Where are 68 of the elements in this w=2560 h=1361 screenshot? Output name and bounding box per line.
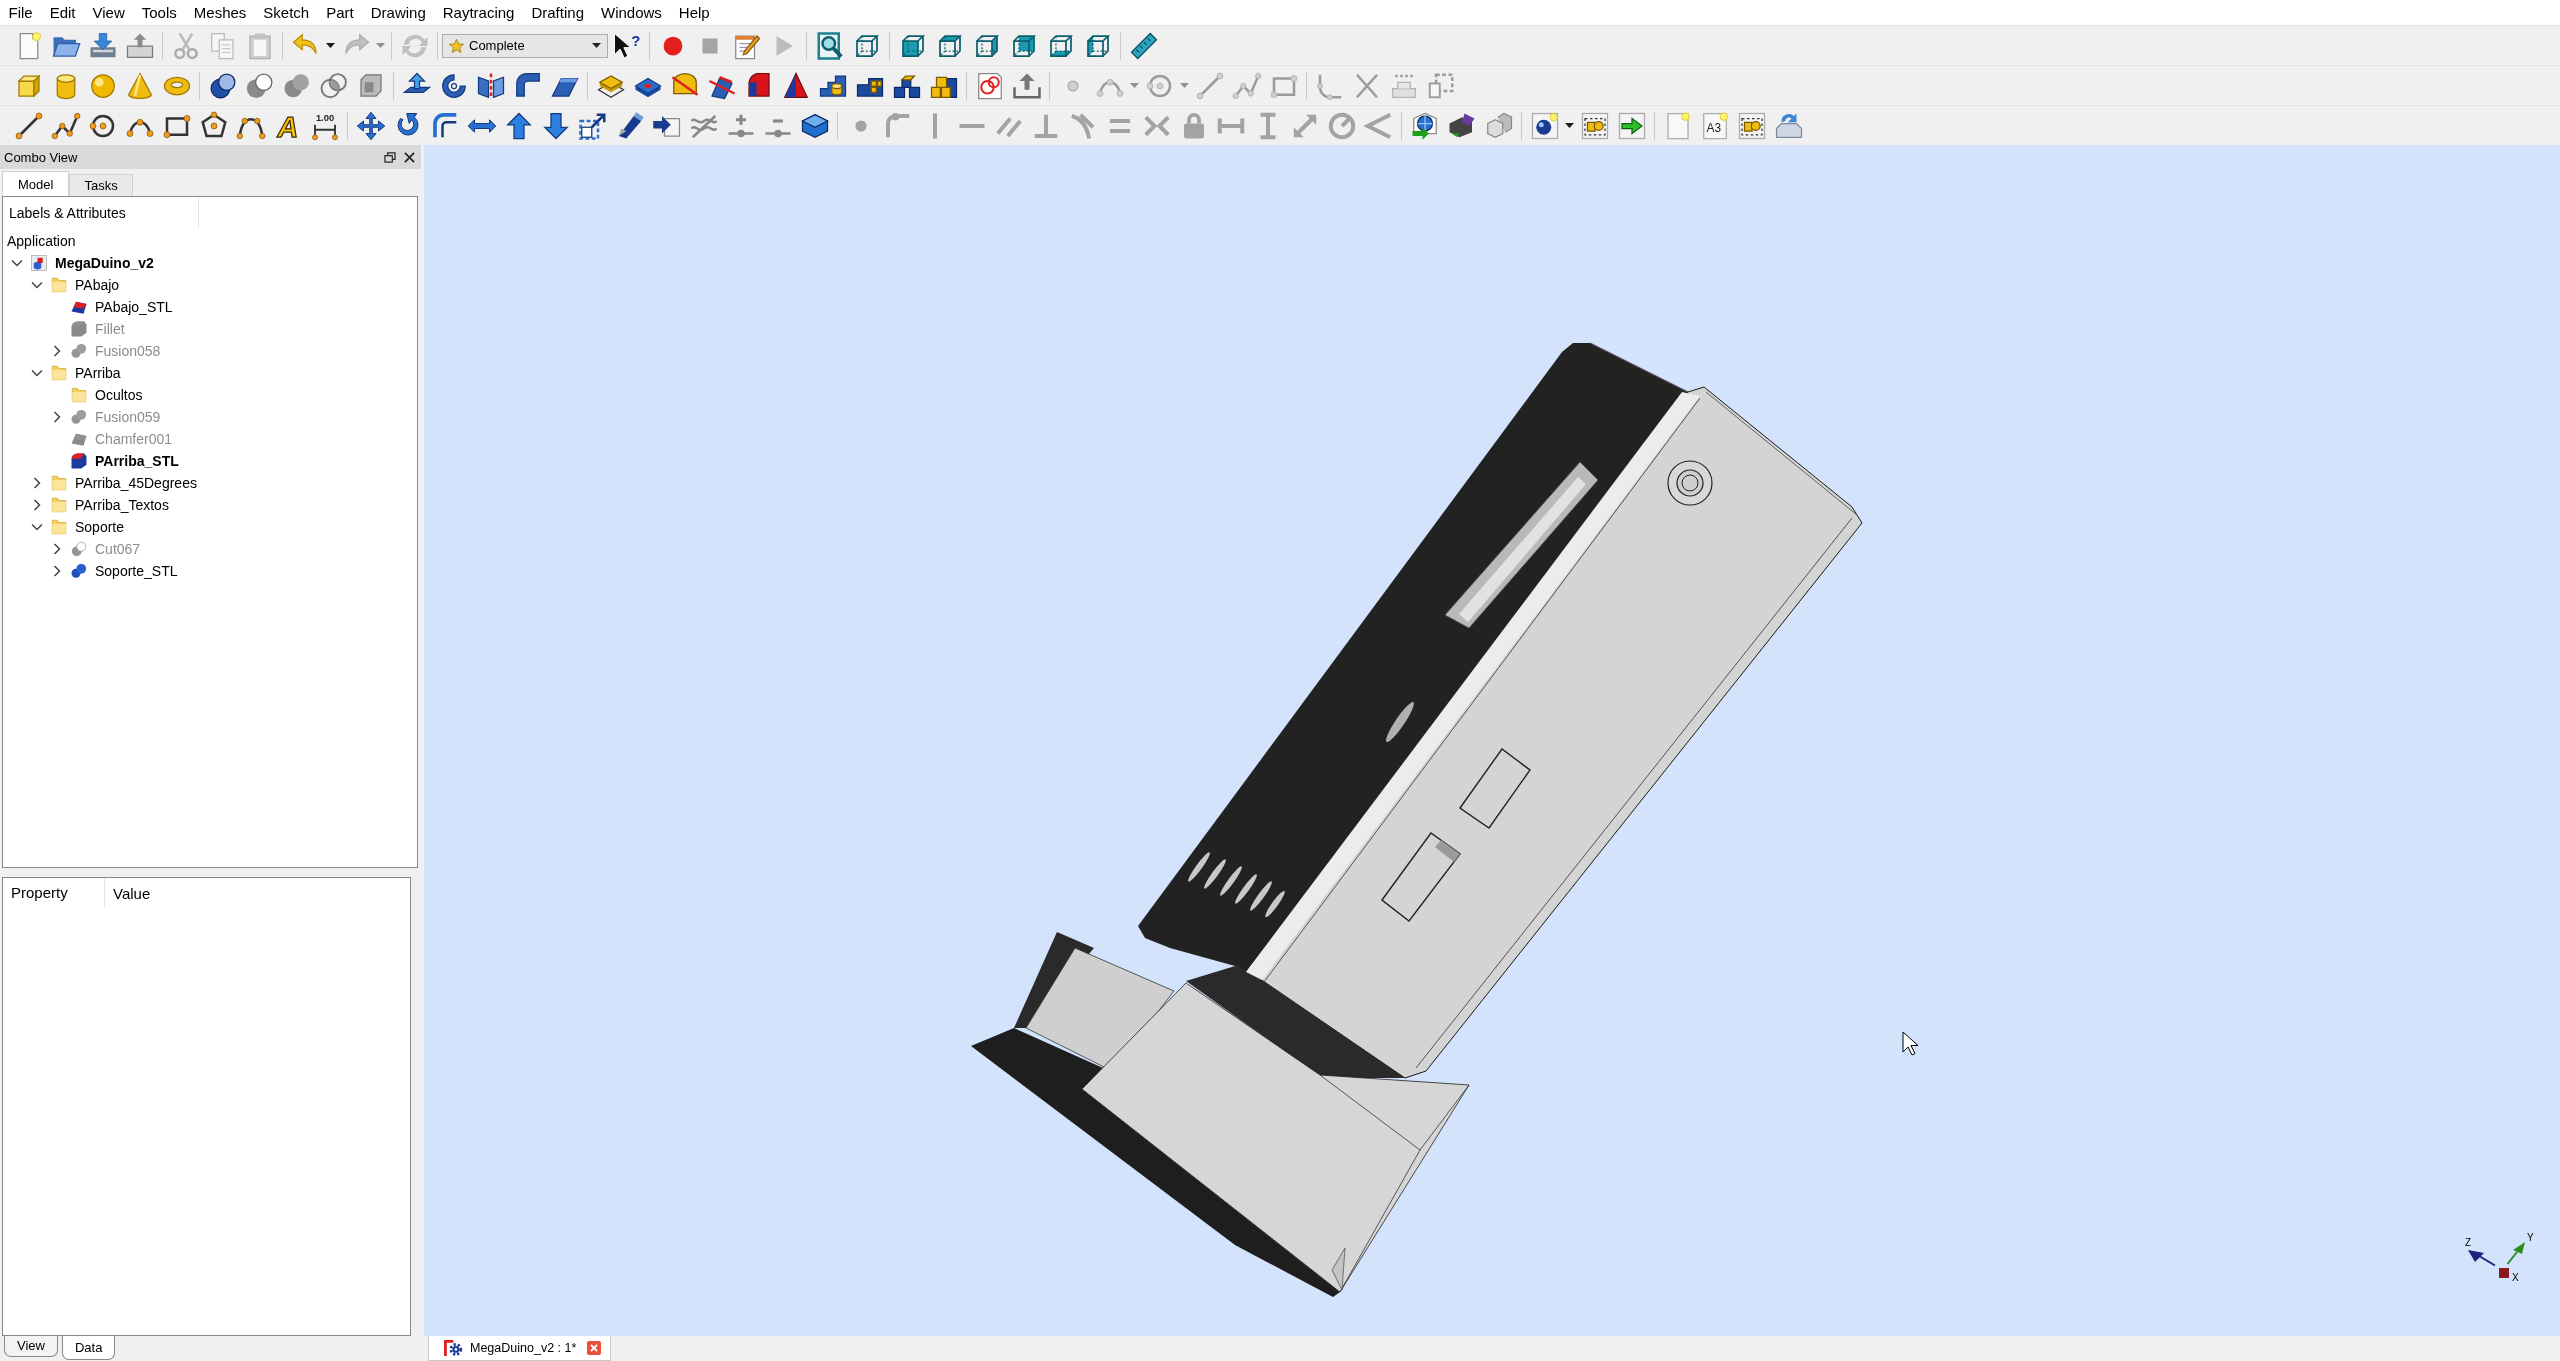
menu-item[interactable]: Edit bbox=[41, 0, 85, 25]
tree-item[interactable]: MegaDuino_v2 bbox=[55, 255, 154, 271]
tree-item[interactable]: PArriba bbox=[75, 365, 121, 381]
close-icon[interactable] bbox=[404, 151, 415, 163]
column-header: Property bbox=[3, 878, 105, 908]
tree-item[interactable]: PAbajo bbox=[75, 277, 120, 293]
axis-label: X bbox=[2512, 1272, 2519, 1283]
tree-item[interactable]: Cut067 bbox=[95, 541, 141, 557]
menu-item[interactable]: Help bbox=[670, 0, 719, 25]
chevron-right-icon[interactable] bbox=[51, 543, 63, 555]
tree-item[interactable]: Fillet bbox=[95, 321, 125, 337]
tree-root-label: Application bbox=[7, 233, 76, 249]
tree-item[interactable]: Ocultos bbox=[95, 387, 143, 403]
menu-item[interactable]: Meshes bbox=[185, 0, 255, 25]
menu-item[interactable]: Part bbox=[317, 0, 363, 25]
tree-item[interactable]: Fusion058 bbox=[95, 343, 161, 359]
star-icon bbox=[449, 38, 464, 53]
chevron-right-icon[interactable] bbox=[31, 477, 43, 489]
chevron-down-icon[interactable] bbox=[31, 367, 43, 379]
axis-label: Y bbox=[2527, 1232, 2534, 1243]
mouse-cursor-icon bbox=[1902, 1031, 1919, 1056]
panel-title: Combo View bbox=[4, 149, 78, 165]
chevron-down-icon[interactable] bbox=[11, 257, 23, 269]
column-header: Value bbox=[112, 884, 151, 902]
intersect-circles-icon[interactable] bbox=[318, 70, 349, 101]
axis-label: Z bbox=[2465, 1237, 2472, 1248]
tree-item[interactable]: Soporte bbox=[75, 519, 125, 535]
menu-item[interactable]: View bbox=[84, 0, 134, 25]
polyline-icon[interactable] bbox=[50, 110, 81, 141]
3d-viewport[interactable]: Z Y X bbox=[424, 145, 2560, 1336]
column-header: Labels & Attributes bbox=[3, 198, 199, 229]
chevron-down-icon[interactable] bbox=[31, 279, 43, 291]
dropdown-caret-icon[interactable] bbox=[592, 43, 601, 48]
move-arrows-icon[interactable] bbox=[355, 110, 386, 141]
menu-item[interactable]: Drafting bbox=[522, 0, 593, 25]
chevron-right-icon[interactable] bbox=[51, 411, 63, 423]
menu-item[interactable]: Tools bbox=[133, 0, 186, 25]
tree-item[interactable]: Fusion059 bbox=[95, 409, 161, 425]
tab[interactable]: Model bbox=[2, 171, 70, 196]
float-window-icon[interactable] bbox=[384, 151, 396, 163]
tree-item[interactable]: PAbajo_STL bbox=[95, 299, 173, 315]
workbench-dropdown[interactable]: Complete bbox=[442, 33, 608, 58]
chevron-right-icon[interactable] bbox=[51, 345, 63, 357]
menu-item[interactable]: Sketch bbox=[254, 0, 318, 25]
tree-item[interactable]: PArriba_Textos bbox=[75, 497, 169, 513]
chevron-right-icon[interactable] bbox=[31, 499, 43, 511]
tab[interactable]: View bbox=[4, 1336, 58, 1357]
ruler-icon[interactable] bbox=[1128, 30, 1159, 61]
line-icon[interactable] bbox=[13, 110, 44, 141]
arrow-page-icon[interactable] bbox=[1616, 110, 1647, 141]
chevron-right-icon[interactable] bbox=[51, 565, 63, 577]
shapes-page-icon[interactable] bbox=[1736, 110, 1767, 141]
menu-item[interactable]: Windows bbox=[592, 0, 671, 25]
tree-item[interactable]: PArriba_45Degrees bbox=[75, 475, 197, 491]
menu-item[interactable]: File bbox=[0, 0, 42, 25]
chevron-down-icon[interactable] bbox=[31, 521, 43, 533]
shapes-page-icon[interactable] bbox=[1579, 110, 1610, 141]
tree-item[interactable]: PArriba_STL bbox=[95, 453, 179, 469]
gear-logo-icon bbox=[443, 1339, 463, 1357]
menu-item[interactable]: Drawing bbox=[362, 0, 435, 25]
dropdown-caret-icon[interactable] bbox=[326, 43, 335, 48]
tree-item[interactable]: Soporte_STL bbox=[95, 563, 178, 579]
menu-item[interactable]: Raytracing bbox=[434, 0, 523, 25]
tab[interactable]: Data bbox=[61, 1336, 116, 1360]
document-tab[interactable]: MegaDuino_v2 : 1* bbox=[428, 1336, 612, 1361]
sphere-page-icon[interactable] bbox=[1529, 110, 1560, 141]
dropdown-caret-icon[interactable] bbox=[1565, 123, 1574, 128]
tab[interactable]: Tasks bbox=[69, 174, 133, 196]
